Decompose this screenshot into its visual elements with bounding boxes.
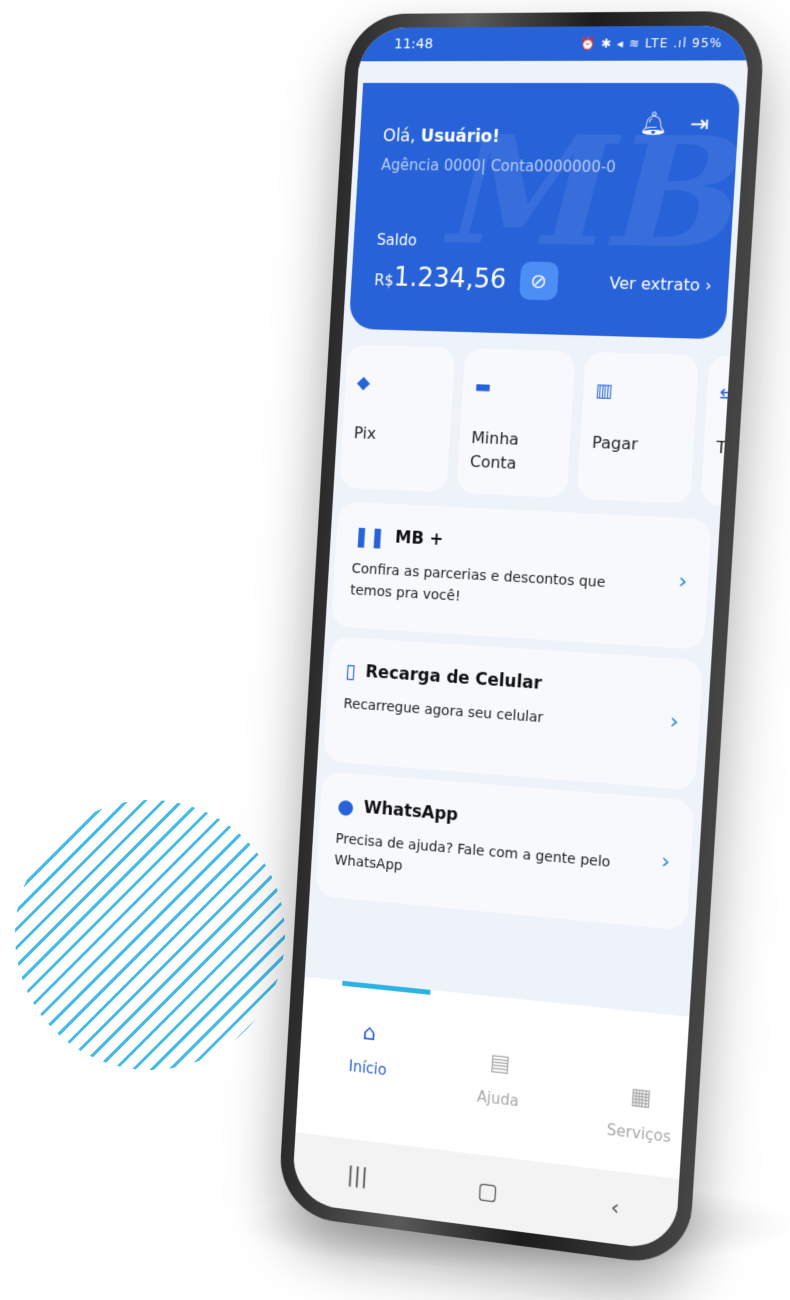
back-icon[interactable]: ‹ [610,1195,620,1221]
grid-icon: ▦ [608,1081,674,1113]
greeting: Olá, Usuário! [382,126,500,147]
help-doc-icon: ▤ [478,1049,521,1079]
tag-icon: ❚❚ [353,524,386,549]
user-name: Usuário! [420,127,500,147]
chevron-right-icon: › [678,569,689,595]
chevron-right-icon: › [669,709,680,735]
quick-actions: ◆ Pix ▬ Minha Conta ▥ Pagar ⇆ Transferir [334,329,732,506]
recent-apps-icon[interactable]: ||| [346,1162,369,1189]
bell-icon[interactable]: 🔔︎ [639,111,669,137]
quick-action-minha-conta[interactable]: ▬ Minha Conta [456,348,575,498]
status-icons: ⏰ ✱ ◂ ≋ LTE .ıl 95% [580,36,723,51]
card-whatsapp[interactable]: ● WhatsApp Precisa de ajuda? Fale com a g… [315,771,694,931]
chevron-right-icon: › [660,849,671,875]
status-bar: 11:48 ⏰ ✱ ◂ ≋ LTE .ıl 95% [359,25,751,61]
home-icon: ⌂ [350,1019,389,1048]
balance-value: R$1.234,56 [374,262,507,295]
card-mb-plus[interactable]: ❚❚ MB + Confira as parcerias e descontos … [331,501,712,650]
nav-servicos[interactable]: ▦ Serviços [606,1081,674,1146]
transfer-icon: ⇆ [719,384,736,406]
nav-inicio[interactable]: ⌂ Início [348,1019,389,1079]
wallet-icon: ▬ [474,376,492,397]
balance-card: MB Olá, Usuário! Agência 0000| Conta0000… [349,83,741,339]
whatsapp-icon: ● [337,794,355,819]
nav-ajuda[interactable]: ▤ Ajuda [476,1049,521,1110]
hide-balance-button[interactable]: ⊘ [519,261,559,300]
logout-icon[interactable]: ⇥ [690,112,711,138]
balance-label: Saldo [376,231,417,249]
quick-action-pagar[interactable]: ▥ Pagar [577,352,700,504]
phone-mockup: 11:48 ⏰ ✱ ◂ ≋ LTE .ıl 95% MB Olá, Usuári… [240,0,790,1300]
status-time: 11:48 [394,36,434,52]
quick-action-pix[interactable]: ◆ Pix [339,344,455,492]
phone-recharge-icon: ▯ [345,659,357,683]
phone-frame: 11:48 ⏰ ✱ ◂ ≋ LTE .ıl 95% MB Olá, Usuári… [277,11,766,1268]
eye-off-icon: ⊘ [530,269,548,293]
active-tab-indicator [342,981,430,995]
phone-screen: 11:48 ⏰ ✱ ◂ ≋ LTE .ıl 95% MB Olá, Usuári… [291,25,750,1251]
card-recarga-celular[interactable]: ▯ Recarga de Celular Recarregue agora seu… [323,636,703,790]
barcode-icon: ▥ [595,380,613,402]
account-info: Agência 0000| Conta0000000-0 [381,156,617,176]
quick-action-transferir[interactable]: ⇆ Transferir [700,355,750,510]
pix-icon: ◆ [356,372,370,393]
statement-link[interactable]: Ver extrato › [609,273,713,295]
home-button-icon[interactable]: ▢ [477,1178,499,1205]
